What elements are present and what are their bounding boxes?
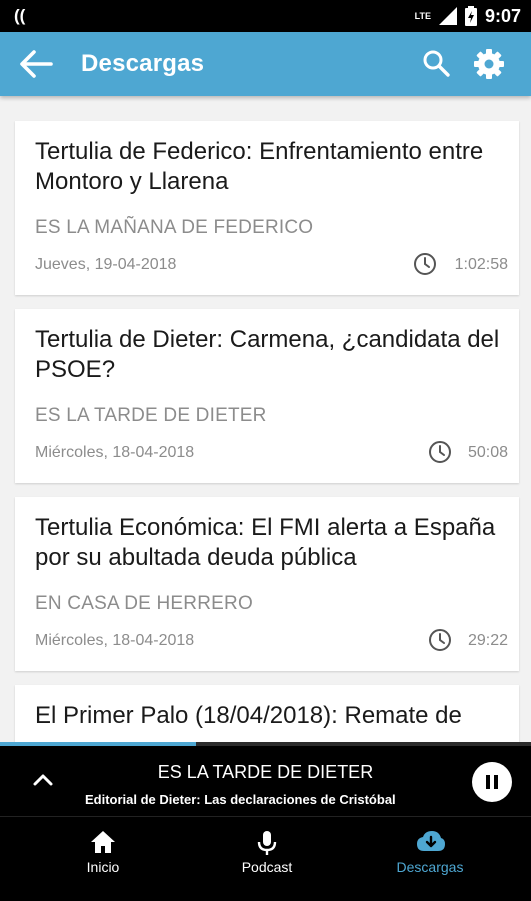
program-name: ES LA MAÑANA DE FEDERICO (35, 217, 314, 238)
episode-title: Tertulia de Federico: Enfrentamiento ent… (35, 138, 484, 195)
nav-label: Descargas (396, 859, 464, 875)
clock-icon (414, 253, 436, 275)
nav-label: Podcast (241, 859, 293, 875)
mini-player[interactable]: ES LA TARDE DE DIETER Editorial de Diete… (0, 746, 531, 816)
player-episode-title: Editorial de Dieter: Las declaraciones d… (85, 792, 396, 807)
program-name: EN CASA DE HERRERO (35, 593, 253, 614)
download-card[interactable]: Tertulia Económica: El FMI alerta a Espa… (15, 497, 519, 671)
settings-button[interactable] (472, 47, 506, 81)
bottom-navigation: Inicio Podcast Descargas (0, 816, 531, 901)
microphone-icon (257, 831, 277, 855)
clock-time: 9:07 (484, 5, 521, 26)
episode-date: Miércoles, 18-04-2018 (35, 632, 195, 649)
status-bar: (( LTE 9:07 (0, 0, 531, 32)
app-bar: Descargas (0, 32, 531, 96)
episode-duration: 29:22 (467, 632, 508, 649)
episode-title: Tertulia de Dieter: Carmena, ¿candidata … (35, 326, 500, 383)
clock-icon (429, 441, 451, 463)
clock-icon (429, 629, 451, 651)
nav-label: Inicio (86, 859, 120, 875)
episode-title: Tertulia Económica: El FMI alerta a Espa… (35, 514, 496, 571)
episode-date: Jueves, 19-04-2018 (35, 256, 177, 273)
nav-item-descargas[interactable]: Descargas (360, 817, 500, 901)
gear-icon (474, 49, 504, 79)
episode-title: El Primer Palo (18/04/2018): Remate de (35, 702, 462, 729)
episode-duration: 1:02:58 (454, 256, 508, 273)
notification-icon: (( (14, 6, 26, 25)
episode-date: Miércoles, 18-04-2018 (35, 444, 195, 461)
search-icon (423, 50, 450, 77)
episode-duration: 50:08 (467, 444, 508, 461)
nav-item-inicio[interactable]: Inicio (33, 817, 173, 901)
signal-icon (438, 7, 457, 25)
download-card[interactable]: El Primer Palo (18/04/2018): Remate de (15, 685, 519, 742)
battery-icon (464, 6, 477, 26)
pause-button[interactable] (472, 762, 512, 802)
nav-item-podcast[interactable]: Podcast (197, 817, 337, 901)
program-name: ES LA TARDE DE DIETER (35, 405, 267, 426)
home-icon (91, 831, 115, 853)
page-title: Descargas (81, 50, 205, 77)
pause-icon (486, 775, 498, 789)
back-arrow-icon (20, 50, 53, 78)
download-card[interactable]: Tertulia de Federico: Enfrentamiento ent… (15, 121, 519, 295)
network-type: LTE (414, 10, 431, 21)
downloads-list[interactable]: Tertulia de Federico: Enfrentamiento ent… (0, 96, 531, 742)
player-program-title: ES LA TARDE DE DIETER (157, 762, 374, 782)
cloud-download-icon (417, 831, 445, 851)
back-button[interactable] (18, 47, 54, 81)
status-icons: LTE 9:07 (415, 0, 521, 32)
search-button[interactable] (421, 48, 453, 80)
download-card[interactable]: Tertulia de Dieter: Carmena, ¿candidata … (15, 309, 519, 483)
